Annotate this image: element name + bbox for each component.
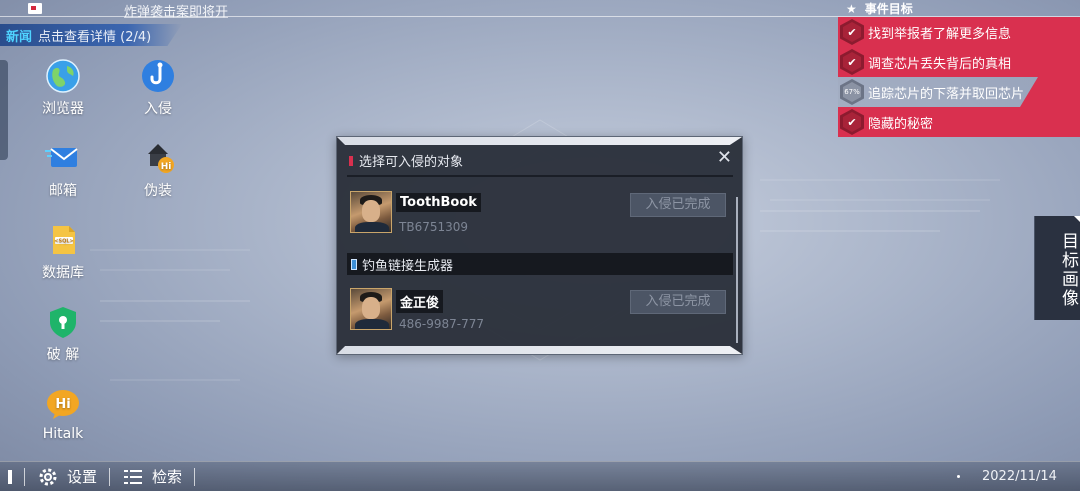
desktop-icon-database[interactable]: <SQL> 数据库 [28,222,98,282]
objectives-panel: ✔ 找到举报者了解更多信息 ✔ 调查芯片丢失背后的真相 67% 追踪芯片的下落并… [838,17,1080,137]
desktop-icon-label: 邮箱 [49,183,77,199]
desktop-icon-label: 破 解 [46,347,80,363]
desktop-icon-label: Hitalk [42,426,84,442]
sql-file-icon: <SQL> [45,222,81,258]
desktop-icon-mail[interactable]: 邮箱 [28,140,98,200]
news-banner[interactable]: 新闻 点击查看详情 (2/4) [0,24,182,46]
gear-icon [39,468,57,485]
dialog-divider [347,175,733,177]
disguise-icon: Hi [140,140,176,176]
objective-item[interactable]: ✔ 隐藏的秘密 [838,107,1080,137]
star-icon: ★ [846,1,857,16]
svg-text:Hi: Hi [55,397,70,412]
avatar [350,288,392,330]
phone-icon [351,258,357,270]
objective-item[interactable]: ✔ 找到举报者了解更多信息 [838,17,1080,47]
avatar [350,191,392,233]
objective-text: 调查芯片丢失背后的真相 [868,56,1012,72]
news-headline[interactable]: 炸弹袭击案即将开 [124,1,228,20]
left-edge-tab[interactable] [0,60,8,160]
target-profile-button[interactable]: 目标画像 [1034,216,1080,320]
taskbar: 设置 检索 2022/11/14 [0,461,1080,491]
dialog-header: 选择可入侵的对象 [349,151,463,170]
taskbar-divider [194,467,196,486]
list-search-icon [124,469,143,484]
title-marker [349,155,353,166]
mail-icon [45,140,81,176]
hack-target-dialog: 选择可入侵的对象 ✕ ToothBook TB6751309 入侵已完成 钓鱼链… [336,136,743,355]
objective-text: 追踪芯片的下落并取回芯片 [868,86,1025,102]
settings-label: 设置 [67,468,98,486]
svg-text:Hi: Hi [161,162,172,172]
objective-text: 找到举报者了解更多信息 [868,26,1012,42]
scrollbar[interactable] [736,197,738,343]
hook-icon [140,58,176,94]
desktop-icon-crack[interactable]: 破 解 [28,304,98,364]
objectives-title: 事件目标 [864,2,913,16]
settings-button[interactable]: 设置 [37,466,97,488]
dialog-title: 选择可入侵的对象 [359,155,464,170]
svg-text:<SQL>: <SQL> [54,239,73,245]
target-entry[interactable]: 金正俊 486-9987-777 入侵已完成 [350,288,726,332]
dialog-top-strip [337,137,742,145]
check-icon: ✔ [840,49,864,75]
section-title: 钓鱼链接生成器 [362,258,454,274]
target-name: ToothBook [396,193,481,212]
target-profile-label: 目标画像 [1058,232,1078,308]
target-entry[interactable]: ToothBook TB6751309 入侵已完成 [350,191,726,235]
news-details-link[interactable]: 点击查看详情 (2/4) [38,26,151,45]
hack-status-button[interactable]: 入侵已完成 [630,290,726,314]
target-name: 金正俊 [396,290,444,313]
check-icon: ✔ [840,19,864,45]
app-logo-icon [28,3,42,14]
taskbar-grip[interactable] [8,469,12,484]
dot-icon [957,475,960,478]
shield-key-icon [45,304,81,340]
news-tag: 新闻 [6,29,33,45]
hack-status-button[interactable]: 入侵已完成 [630,193,726,217]
target-id: 486-9987-777 [399,317,485,331]
progress-label: 67% [843,82,861,102]
section-header: 钓鱼链接生成器 [347,253,733,275]
progress-badge: 67% [840,79,864,105]
taskbar-date: 2022/11/14 [982,469,1057,484]
objective-text: 隐藏的秘密 [868,116,934,132]
desktop-icon-hitalk[interactable]: Hi Hitalk [28,386,98,442]
taskbar-divider [24,467,25,486]
close-icon[interactable]: ✕ [717,149,732,167]
desktop-icon-hack[interactable]: 入侵 [123,58,193,118]
check-icon: ✔ [840,109,864,135]
top-bar: 炸弹袭击案即将开 [0,0,1080,20]
desktop-icon-label: 伪装 [144,183,172,199]
objective-item[interactable]: ✔ 调查芯片丢失背后的真相 [838,47,1080,77]
hitalk-icon: Hi [45,386,81,422]
desktop-icon-disguise[interactable]: Hi 伪装 [123,140,193,200]
desktop-icon-label: 数据库 [42,265,84,281]
desktop-icon-label: 浏览器 [42,101,84,117]
desktop-icon-browser[interactable]: 浏览器 [28,58,98,118]
search-button[interactable]: 检索 [122,466,182,488]
dialog-bottom-strip [337,346,742,354]
taskbar-divider [109,467,111,486]
globe-icon [45,58,81,94]
desktop-icon-label: 入侵 [144,101,172,117]
target-id: TB6751309 [399,220,469,234]
search-label: 检索 [152,468,183,486]
objectives-header: ★ 事件目标 [846,0,913,17]
